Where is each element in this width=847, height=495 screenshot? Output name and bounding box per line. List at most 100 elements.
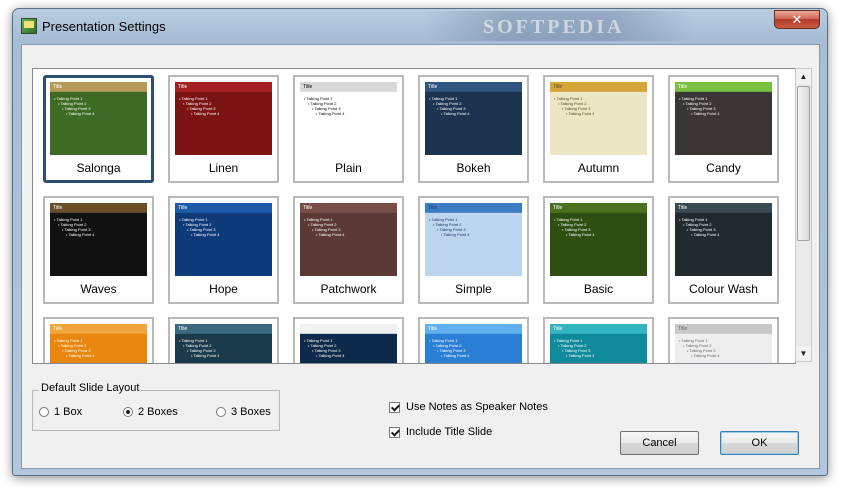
theme-thumbnail: Title • Talking Point 1 • Talking Point 2 •… [175, 324, 272, 363]
theme-name-label: Plain [335, 161, 362, 175]
theme-name-label: Bokeh [456, 161, 491, 175]
theme-tile[interactable]: Title • Talking Point 1 • Talking Point 2 •… [168, 317, 279, 363]
use-notes-checkbox[interactable] [389, 402, 400, 413]
thumbnail-talking-points: • Talking Point 1 • Talking Point 2 • Talk… [304, 338, 344, 358]
thumbnail-title: Title [678, 326, 688, 332]
group-legend: Default Slide Layout [39, 382, 142, 394]
thumbnail-talking-points: • Talking Point 1 • Talking Point 2 • Talk… [304, 96, 344, 116]
scroll-up-arrow-icon[interactable]: ▲ [796, 69, 811, 84]
theme-tile[interactable]: Title • Talking Point 1 • Talking Point 2 •… [43, 196, 154, 304]
radio-label: 2 Boxes [138, 406, 178, 418]
theme-tile[interactable]: Title • Talking Point 1 • Talking Point 2 •… [668, 196, 779, 304]
thumbnail-talking-point: • Talking Point 4 [566, 232, 595, 237]
thumbnail-talking-points: • Talking Point 1 • Talking Point 2 • Talk… [429, 96, 469, 116]
theme-thumbnail: Title • Talking Point 1 • Talking Point 2 •… [550, 324, 647, 363]
thumbnail-title: Title [53, 326, 63, 332]
thumbnail-talking-points: • Talking Point 1 • Talking Point 2 • Talk… [679, 217, 719, 237]
theme-thumbnail: Title • Talking Point 1 • Talking Point 2 •… [550, 82, 647, 155]
thumbnail-talking-point: • Talking Point 4 [691, 111, 720, 116]
radio-circle[interactable] [123, 407, 133, 417]
theme-thumbnail: Title • Talking Point 1 • Talking Point 2 •… [425, 324, 522, 363]
thumbnail-talking-points: • Talking Point 1 • Talking Point 2 • Talk… [54, 217, 94, 237]
include-title-checkbox[interactable] [389, 427, 400, 438]
theme-name-label: Salonga [76, 161, 121, 175]
thumbnail-title: Title [678, 84, 688, 90]
theme-thumbnail: Title • Talking Point 1 • Talking Point 2 •… [675, 203, 772, 276]
include-title-label: Include Title Slide [406, 426, 493, 438]
title-bar[interactable]: Presentation Settings SOFTPEDIA ✕ [13, 9, 827, 43]
close-icon: ✕ [791, 12, 803, 27]
theme-thumbnail: Title • Talking Point 1 • Talking Point 2 •… [425, 203, 522, 276]
radio-circle[interactable] [39, 407, 49, 417]
theme-name-label: Patchwork [320, 282, 377, 296]
radio-circle[interactable] [216, 407, 226, 417]
thumbnail-talking-point: • Talking Point 4 [316, 111, 345, 116]
theme-name-label: Simple [455, 282, 492, 296]
thumbnail-talking-points: • Talking Point 1 • Talking Point 2 • Talk… [554, 217, 594, 237]
thumbnail-talking-point: • Talking Point 4 [316, 232, 345, 237]
thumbnail-talking-points: • Talking Point 1 • Talking Point 2 • Talk… [554, 338, 594, 358]
theme-name-label: Linen [208, 161, 239, 175]
default-slide-layout-group: Default Slide Layout 1 Box 2 Boxes 3 Box… [32, 382, 280, 431]
thumbnail-talking-points: • Talking Point 1 • Talking Point 2 • Talk… [554, 96, 594, 116]
radio-label: 3 Boxes [231, 406, 271, 418]
thumbnail-talking-points: • Talking Point 1 • Talking Point 2 • Talk… [304, 217, 344, 237]
thumbnail-talking-point: • Talking Point 4 [441, 111, 470, 116]
thumbnail-talking-point: • Talking Point 4 [66, 232, 95, 237]
thumbnail-talking-points: • Talking Point 1 • Talking Point 2 • Talk… [679, 96, 719, 116]
thumbnail-talking-points: • Talking Point 1 • Talking Point 2 • Talk… [429, 338, 469, 358]
ok-button[interactable]: OK [720, 431, 799, 455]
dialog-window: Presentation Settings SOFTPEDIA ✕ Title •… [12, 8, 828, 476]
thumbnail-talking-point: • Talking Point 4 [191, 353, 220, 358]
thumbnail-title: Title [178, 84, 188, 90]
watermark-text: SOFTPEDIA [483, 16, 625, 38]
theme-thumbnail: Title • Talking Point 1 • Talking Point 2 •… [175, 82, 272, 155]
gallery-scrollbar[interactable]: ▲ ▼ [795, 68, 812, 362]
theme-tile[interactable]: Title • Talking Point 1 • Talking Point 2 •… [418, 75, 529, 183]
theme-tile[interactable]: Title • Talking Point 1 • Talking Point 2 •… [43, 317, 154, 363]
theme-tile[interactable]: Title • Talking Point 1 • Talking Point 2 •… [543, 317, 654, 363]
theme-tile[interactable]: Title • Talking Point 1 • Talking Point 2 •… [668, 317, 779, 363]
theme-tile[interactable]: Title • Talking Point 1 • Talking Point 2 •… [418, 196, 529, 304]
thumbnail-talking-points: • Talking Point 1 • Talking Point 2 • Talk… [179, 96, 219, 116]
theme-name-label: Colour Wash [689, 282, 758, 296]
thumbnail-talking-points: • Talking Point 1 • Talking Point 2 • Talk… [54, 338, 94, 358]
use-notes-label: Use Notes as Speaker Notes [406, 401, 548, 413]
theme-tile[interactable]: Title • Talking Point 1 • Talking Point 2 •… [668, 75, 779, 183]
thumbnail-title: Title [53, 205, 63, 211]
thumbnail-talking-point: • Talking Point 4 [66, 111, 95, 116]
thumbnail-title: Title [303, 84, 313, 90]
theme-thumbnail: Title • Talking Point 1 • Talking Point 2 •… [300, 324, 397, 363]
theme-tile[interactable]: Title • Talking Point 1 • Talking Point 2 •… [293, 196, 404, 304]
theme-tile[interactable]: Title • Talking Point 1 • Talking Point 2 •… [168, 75, 279, 183]
theme-thumbnail: Title • Talking Point 1 • Talking Point 2 •… [550, 203, 647, 276]
thumbnail-title: Title [428, 84, 438, 90]
thumbnail-talking-points: • Talking Point 1 • Talking Point 2 • Talk… [54, 96, 94, 116]
theme-tile[interactable]: Title • Talking Point 1 • Talking Point 2 •… [168, 196, 279, 304]
thumbnail-talking-point: • Talking Point 4 [691, 353, 720, 358]
window-title: Presentation Settings [42, 19, 166, 34]
theme-tile[interactable]: Title • Talking Point 1 • Talking Point 2 •… [293, 75, 404, 183]
theme-thumbnail: Title • Talking Point 1 • Talking Point 2 •… [50, 203, 147, 276]
close-button[interactable]: ✕ [774, 10, 820, 29]
theme-tile[interactable]: Title • Talking Point 1 • Talking Point 2 •… [43, 75, 154, 183]
thumbnail-title: Title [678, 205, 688, 211]
thumbnail-title: Title [303, 205, 313, 211]
scroll-down-arrow-icon[interactable]: ▼ [796, 346, 811, 361]
theme-tile[interactable]: Title • Talking Point 1 • Talking Point 2 •… [543, 75, 654, 183]
theme-tile[interactable]: Title • Talking Point 1 • Talking Point 2 •… [293, 317, 404, 363]
theme-thumbnail: Title • Talking Point 1 • Talking Point 2 •… [300, 203, 397, 276]
radio-label: 1 Box [54, 406, 83, 418]
theme-name-label: Hope [209, 282, 238, 296]
theme-thumbnail: Title • Talking Point 1 • Talking Point 2 •… [425, 82, 522, 155]
cancel-button[interactable]: Cancel [620, 431, 699, 455]
watermark: SOFTPEDIA [423, 11, 693, 41]
theme-gallery[interactable]: Title • Talking Point 1 • Talking Point 2 •… [32, 68, 796, 364]
theme-name-label: Candy [706, 161, 741, 175]
theme-tile[interactable]: Title • Talking Point 1 • Talking Point 2 •… [543, 196, 654, 304]
scrollbar-thumb[interactable] [797, 86, 810, 241]
thumbnail-talking-point: • Talking Point 4 [441, 353, 470, 358]
theme-tile[interactable]: Title • Talking Point 1 • Talking Point 2 •… [418, 317, 529, 363]
thumbnail-title: Title [53, 84, 63, 90]
thumbnail-title: Title [178, 205, 188, 211]
